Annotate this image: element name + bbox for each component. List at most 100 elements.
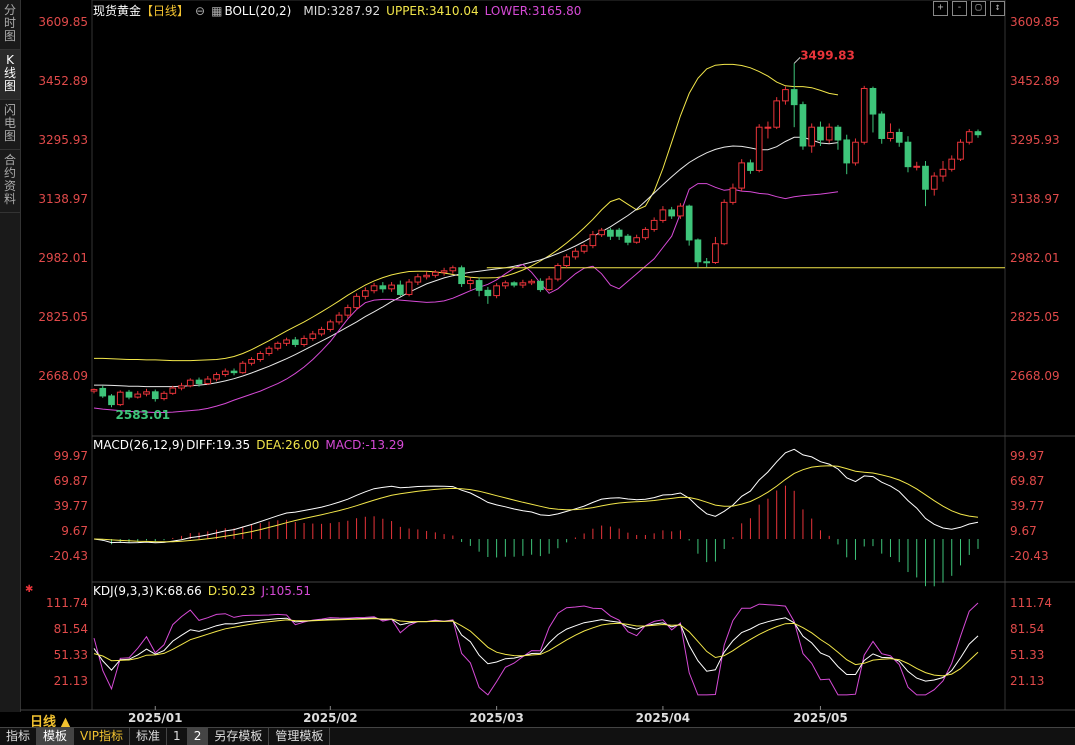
candle-body (589, 234, 597, 247)
candle-body (642, 228, 649, 239)
boll-mid-line (94, 136, 839, 388)
bottom-tab-7[interactable]: 管理模板 (269, 728, 331, 745)
sidebar-tab-char: 图 (3, 29, 16, 43)
kdj-tick-right: 81.54 (1010, 622, 1044, 636)
y-tick-label-left: 2982.01 (38, 251, 88, 265)
sidebar-tab-3[interactable]: 合约资料 (0, 150, 20, 213)
candle-body (615, 229, 623, 237)
y-tick-label-right: 2668.09 (1010, 369, 1060, 383)
zoom-out-icon[interactable]: - (952, 1, 967, 16)
candle-body (432, 271, 439, 276)
bottom-tab-4[interactable]: 1 (167, 728, 188, 745)
candle-body (230, 370, 238, 374)
sidebar-tab-0[interactable]: 分时图 (0, 0, 20, 50)
bottom-tab-5[interactable]: 2 (187, 728, 209, 745)
bottom-tab-3[interactable]: 标准 (130, 728, 168, 745)
x-tick-label: 2025/04 (636, 711, 690, 725)
indicator-checkbox-icon: ▦ (211, 4, 223, 18)
candle-body (178, 385, 185, 389)
candle-body (878, 113, 886, 139)
candle-body (204, 378, 212, 385)
restore-icon[interactable]: ▢ (971, 1, 986, 16)
kdj-tick-right: 21.13 (1010, 674, 1044, 688)
candle-body (624, 235, 632, 243)
candle-body (563, 256, 570, 267)
kdj-d-line (93, 618, 979, 677)
macd-dea: DEA:26.00 (256, 438, 320, 452)
candle-body (913, 165, 921, 168)
boll-mid: MID:3287.92 (303, 4, 381, 18)
candle-body (537, 280, 544, 291)
instrument-name: 现货黄金 (93, 4, 142, 18)
candle-body (160, 392, 168, 400)
candle-body (108, 395, 115, 406)
candle-body (965, 131, 973, 143)
bottom-tab-0[interactable]: 指标 (0, 728, 38, 745)
sidebar-tab-1[interactable]: K线图 (0, 50, 20, 100)
candle-body (677, 205, 684, 217)
macd-tick-left: 69.87 (54, 474, 88, 488)
candle-body (134, 393, 142, 398)
bottom-tab-1[interactable]: 模板 (37, 728, 75, 745)
macd-tick-left: -20.43 (49, 549, 88, 563)
y-tick-label-right: 2982.01 (1010, 251, 1060, 265)
sidebar-tab-2[interactable]: 闪电图 (0, 100, 20, 150)
candle-body (151, 391, 159, 400)
kdj-tick-left: 21.13 (54, 674, 88, 688)
settings-icon[interactable]: ⊖ (195, 4, 205, 18)
candle-body (607, 229, 614, 237)
candle-body (458, 267, 465, 285)
kdj-name[interactable]: KDJ(9,3,3) (93, 584, 154, 598)
main-header: 现货黄金【日线】 ⊖ ▦ BOLL(20,2) MID:3287.92 UPPER:341… (93, 2, 587, 19)
candle-body (668, 209, 676, 217)
candle-body (773, 100, 781, 128)
macd-tick-right: -20.43 (1010, 549, 1049, 563)
kdj-settings-icon[interactable]: ✱ (25, 584, 33, 595)
candle-body (213, 374, 220, 380)
bottom-tab-2[interactable]: VIP指标 (74, 728, 131, 745)
candle-body (414, 276, 422, 283)
high-annotation: 3499.83 (800, 48, 855, 62)
macd-name[interactable]: MACD(26,12,9) (93, 438, 184, 452)
macd-tick-right: 9.67 (1010, 524, 1037, 538)
candle-body (887, 131, 894, 139)
kdj-tick-left: 81.54 (54, 622, 88, 636)
bottom-tab-6[interactable]: 另存模板 (208, 728, 270, 745)
y-tick-label-left: 3295.93 (38, 133, 88, 147)
left-sidebar: 分时图K线图闪电图合约资料 (0, 0, 21, 712)
boll-label[interactable]: ▦ BOLL(20,2) (211, 4, 297, 18)
candle-body (843, 139, 851, 164)
kdj-header: KDJ(9,3,3) K:68.66 D:50.23 J:105.51 (93, 584, 317, 598)
macd-tick-right: 39.77 (1010, 499, 1044, 513)
kdj-tick-right: 51.33 (1010, 648, 1044, 662)
y-tick-label-right: 2825.05 (1010, 310, 1060, 324)
candle-body (545, 278, 553, 291)
y-tick-label-left: 3609.85 (38, 15, 88, 29)
sidebar-tab-char: 料 (3, 192, 16, 206)
zoom-in-icon[interactable]: + (933, 1, 948, 16)
candle-body (799, 104, 807, 147)
candle-body (143, 391, 150, 395)
plot-frame (91, 0, 1006, 711)
candle-body (895, 131, 903, 143)
y-tick-label-right: 3609.85 (1010, 15, 1060, 29)
candle-body (554, 265, 562, 280)
candle-body (755, 126, 763, 171)
candle-body (782, 89, 789, 102)
macd-tick-right: 69.87 (1010, 474, 1044, 488)
expand-icon[interactable]: ↕ (990, 1, 1005, 16)
candle-body (239, 362, 247, 374)
kdj-k: K:68.66 (155, 584, 202, 598)
candle-body (379, 285, 387, 290)
boll-lower: LOWER:3165.80 (484, 4, 582, 18)
y-tick-label-left: 3452.89 (38, 74, 88, 88)
y-tick-label-right: 3452.89 (1010, 74, 1060, 88)
chart-canvas[interactable]: 3609.85 3609.85 3452.89 3452.89 3295.93 3295.… (20, 0, 1075, 727)
candle-body (712, 243, 719, 264)
macd-diff-line (93, 448, 979, 544)
candle-body (852, 141, 859, 164)
x-tick-label: 2025/01 (128, 711, 182, 725)
sidebar-tab-char: 图 (3, 79, 16, 93)
candle-body (265, 347, 273, 354)
macd-tick-left: 39.77 (54, 499, 88, 513)
